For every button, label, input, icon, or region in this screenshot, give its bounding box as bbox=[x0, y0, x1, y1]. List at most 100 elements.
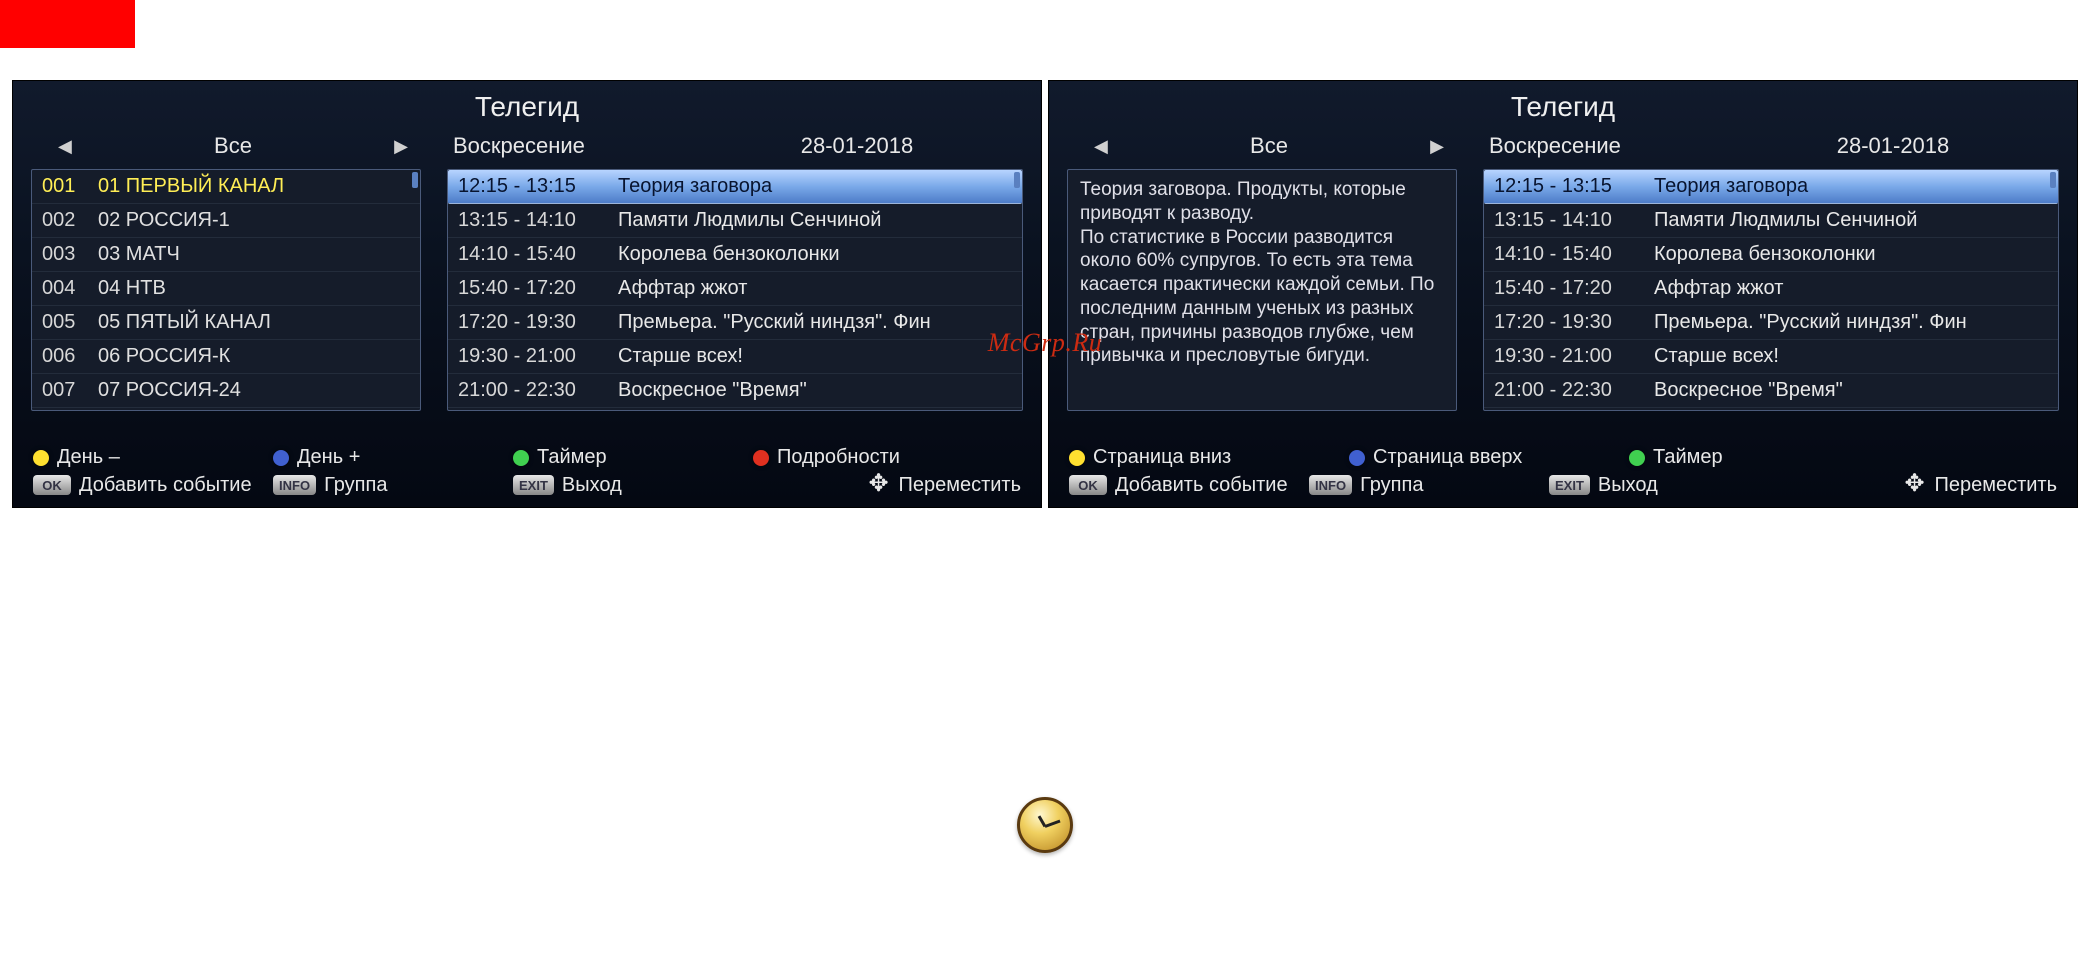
channel-number: 007 bbox=[42, 379, 98, 402]
program-title: Воскресное "Время" bbox=[1654, 379, 2048, 402]
program-row[interactable]: 13:15 - 14:10Памяти Людмилы Сенчиной bbox=[1484, 204, 2058, 238]
filter-label[interactable]: Все bbox=[1133, 133, 1405, 159]
legend-page-up: Страница вверх bbox=[1373, 446, 1522, 469]
date-label: 28-01-2018 bbox=[1729, 133, 2057, 159]
program-time: 12:15 - 13:15 bbox=[458, 175, 618, 198]
program-title: Премьера. "Русский ниндзя". Фин bbox=[1654, 311, 2048, 334]
filter-prev-icon[interactable]: ◀ bbox=[1069, 136, 1133, 157]
legend: День – День + Таймер Подробности OKДобав… bbox=[33, 442, 1021, 497]
ok-button-icon: OK bbox=[33, 475, 71, 495]
day-label: Воскресение bbox=[433, 133, 693, 159]
filter-next-icon[interactable]: ▶ bbox=[1405, 136, 1469, 157]
program-title: Теория заговора bbox=[618, 175, 1012, 198]
channel-list[interactable]: 00101 ПЕРВЫЙ КАНАЛ00202 РОССИЯ-100303 МА… bbox=[31, 169, 421, 411]
channel-name: 06 РОССИЯ-К bbox=[98, 345, 410, 368]
filter-label[interactable]: Все bbox=[97, 133, 369, 159]
program-title: Королева бензоколонки bbox=[1654, 243, 2048, 266]
program-row[interactable]: 21:00 - 22:30Воскресное "Время" bbox=[1484, 374, 2058, 408]
green-dot-icon bbox=[513, 450, 529, 466]
legend-move: Переместить bbox=[1934, 474, 2057, 497]
channel-number: 001 bbox=[42, 175, 98, 198]
program-time: 21:00 - 22:30 bbox=[1494, 379, 1654, 402]
channel-name: 01 ПЕРВЫЙ КАНАЛ bbox=[98, 175, 410, 198]
program-time: 17:20 - 19:30 bbox=[458, 311, 618, 334]
channel-row[interactable]: 00404 НТВ bbox=[32, 272, 420, 306]
info-button-icon: INFO bbox=[1309, 475, 1352, 495]
channel-number: 006 bbox=[42, 345, 98, 368]
filter-prev-icon[interactable]: ◀ bbox=[33, 136, 97, 157]
channel-row[interactable]: 00303 МАТЧ bbox=[32, 238, 420, 272]
filter-next-icon[interactable]: ▶ bbox=[369, 136, 433, 157]
program-time: 12:15 - 13:15 bbox=[1494, 175, 1654, 198]
program-row[interactable]: 14:10 - 15:40Королева бензоколонки bbox=[448, 238, 1022, 272]
channel-row[interactable]: 00101 ПЕРВЫЙ КАНАЛ bbox=[32, 170, 420, 204]
legend-group: Группа bbox=[324, 474, 387, 497]
program-title: Памяти Людмилы Сенчиной bbox=[618, 209, 1012, 232]
yellow-dot-icon bbox=[1069, 450, 1085, 466]
channel-row[interactable]: 00202 РОССИЯ-1 bbox=[32, 204, 420, 238]
red-marker bbox=[0, 0, 135, 48]
red-dot-icon bbox=[753, 450, 769, 466]
program-row[interactable]: 15:40 - 17:20Аффтар жжот bbox=[1484, 272, 2058, 306]
scrollbar-thumb[interactable] bbox=[2050, 172, 2056, 188]
program-row[interactable]: 17:20 - 19:30Премьера. "Русский ниндзя".… bbox=[448, 306, 1022, 340]
program-row[interactable]: 19:30 - 21:00Старше всех! bbox=[448, 340, 1022, 374]
program-row[interactable]: 21:00 - 22:30Воскресное "Время" bbox=[448, 374, 1022, 408]
info-button-icon: INFO bbox=[273, 475, 316, 495]
legend-day-minus: День – bbox=[57, 446, 120, 469]
tv-guide-panel-right: Телегид ◀ Все ▶ Воскресение 28-01-2018 Т… bbox=[1048, 80, 2078, 508]
channel-row[interactable]: 00606 РОССИЯ-К bbox=[32, 340, 420, 374]
program-row[interactable]: 12:15 - 13:15Теория заговора bbox=[448, 170, 1022, 204]
program-time: 17:20 - 19:30 bbox=[1494, 311, 1654, 334]
program-row[interactable]: 12:15 - 13:15Теория заговора bbox=[1484, 170, 2058, 204]
program-row[interactable]: 15:40 - 17:20Аффтар жжот bbox=[448, 272, 1022, 306]
green-dot-icon bbox=[1629, 450, 1645, 466]
program-time: 19:30 - 21:00 bbox=[458, 345, 618, 368]
legend-timer: Таймер bbox=[1653, 446, 1723, 469]
page-title: Телегид bbox=[13, 81, 1041, 129]
program-title: Теория заговора bbox=[1654, 175, 2048, 198]
program-list[interactable]: 12:15 - 13:15Теория заговора13:15 - 14:1… bbox=[1483, 169, 2059, 411]
channel-row[interactable]: 00707 РОССИЯ-24 bbox=[32, 374, 420, 408]
yellow-dot-icon bbox=[33, 450, 49, 466]
program-row[interactable]: 14:10 - 15:40Королева бензоколонки bbox=[1484, 238, 2058, 272]
scrollbar-thumb[interactable] bbox=[412, 172, 418, 188]
date-label: 28-01-2018 bbox=[693, 133, 1021, 159]
legend: Страница вниз Страница вверх Таймер OKДо… bbox=[1069, 442, 2057, 497]
program-title: Королева бензоколонки bbox=[618, 243, 1012, 266]
program-time: 19:30 - 21:00 bbox=[1494, 345, 1654, 368]
program-time: 13:15 - 14:10 bbox=[458, 209, 618, 232]
scrollbar-thumb[interactable] bbox=[1014, 172, 1020, 188]
program-row[interactable]: 13:15 - 14:10Памяти Людмилы Сенчиной bbox=[448, 204, 1022, 238]
legend-group: Группа bbox=[1360, 474, 1423, 497]
program-title: Памяти Людмилы Сенчиной bbox=[1654, 209, 2048, 232]
program-time: 13:15 - 14:10 bbox=[1494, 209, 1654, 232]
channel-name: 05 ПЯТЫЙ КАНАЛ bbox=[98, 311, 410, 334]
exit-button-icon: EXIT bbox=[1549, 475, 1590, 495]
exit-button-icon: EXIT bbox=[513, 475, 554, 495]
legend-exit: Выход bbox=[562, 474, 622, 497]
program-title: Воскресное "Время" bbox=[618, 379, 1012, 402]
program-list[interactable]: 12:15 - 13:15Теория заговора13:15 - 14:1… bbox=[447, 169, 1023, 411]
channel-number: 003 bbox=[42, 243, 98, 266]
program-time: 15:40 - 17:20 bbox=[458, 277, 618, 300]
program-row[interactable]: 17:20 - 19:30Премьера. "Русский ниндзя".… bbox=[1484, 306, 2058, 340]
program-title: Аффтар жжот bbox=[618, 277, 1012, 300]
program-title: Аффтар жжот bbox=[1654, 277, 2048, 300]
channel-name: 03 МАТЧ bbox=[98, 243, 410, 266]
selector-row: ◀ Все ▶ Воскресение 28-01-2018 bbox=[1049, 129, 2077, 169]
selector-row: ◀ Все ▶ Воскресение 28-01-2018 bbox=[13, 129, 1041, 169]
blue-dot-icon bbox=[273, 450, 289, 466]
day-label: Воскресение bbox=[1469, 133, 1729, 159]
channel-row[interactable]: 00505 ПЯТЫЙ КАНАЛ bbox=[32, 306, 420, 340]
description-text: Теория заговора. Продукты, которые приво… bbox=[1080, 178, 1444, 368]
tv-guide-panel-left: Телегид ◀ Все ▶ Воскресение 28-01-2018 0… bbox=[12, 80, 1042, 508]
blue-dot-icon bbox=[1349, 450, 1365, 466]
program-description: Теория заговора. Продукты, которые приво… bbox=[1067, 169, 1457, 411]
channel-number: 004 bbox=[42, 277, 98, 300]
channel-number: 002 bbox=[42, 209, 98, 232]
program-row[interactable]: 19:30 - 21:00Старше всех! bbox=[1484, 340, 2058, 374]
program-title: Старше всех! bbox=[618, 345, 1012, 368]
clock-icon bbox=[1017, 797, 1073, 853]
program-title: Старше всех! bbox=[1654, 345, 2048, 368]
